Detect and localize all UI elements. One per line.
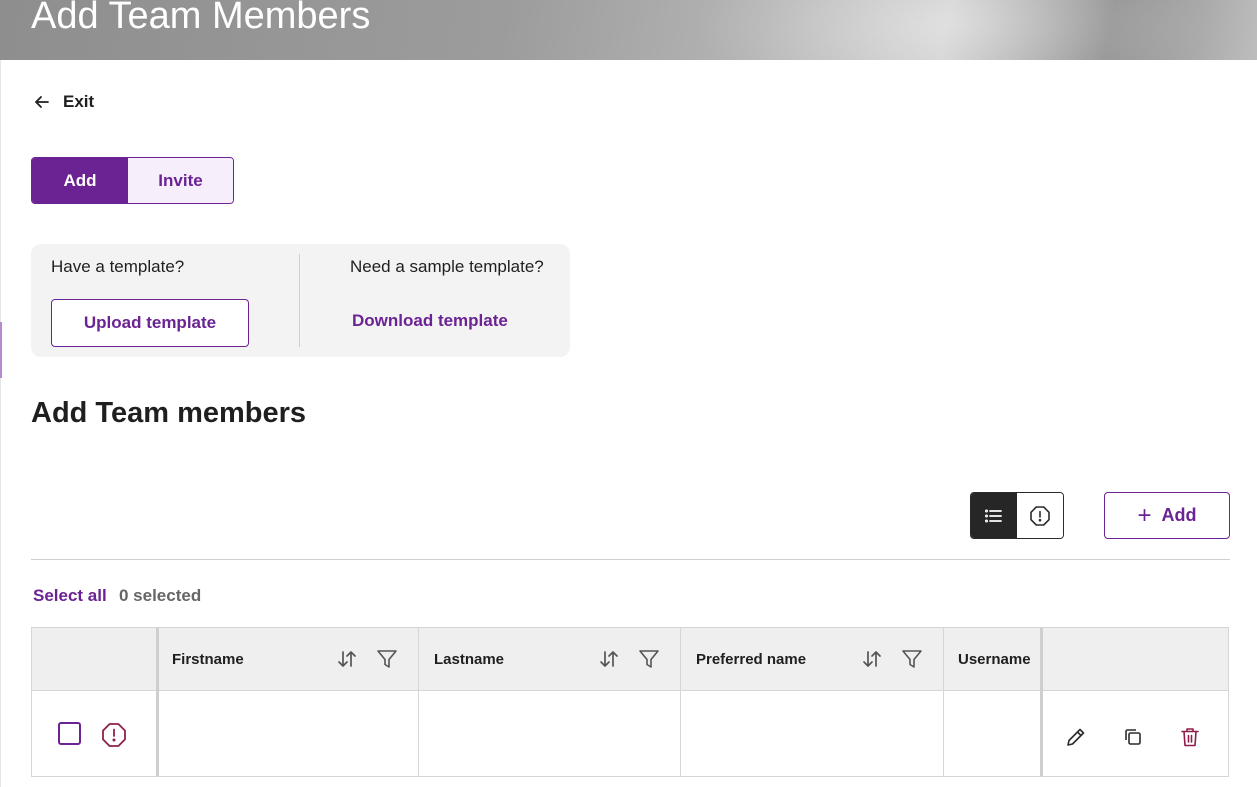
filter-icon[interactable] <box>637 648 661 670</box>
page-title: Add Team Members <box>31 0 371 37</box>
firstname-header-actions <box>335 648 399 670</box>
download-template-link[interactable]: Download template <box>352 311 508 331</box>
section-title: Add Team members <box>31 397 307 429</box>
column-header-lastname: Lastname <box>434 628 504 691</box>
select-all-link[interactable]: Select all <box>33 586 107 606</box>
template-panel: Have a template? Upload template Need a … <box>31 244 570 357</box>
page-banner: Add Team Members <box>0 0 1257 60</box>
lastname-header-actions <box>597 648 661 670</box>
plus-icon: + <box>1137 501 1152 529</box>
add-member-label: Add <box>1161 505 1197 525</box>
alert-octagon-icon <box>102 723 126 747</box>
column-header-label: Username <box>958 651 1031 668</box>
column-header-label: Lastname <box>434 651 505 668</box>
list-icon <box>985 509 1002 522</box>
trash-icon <box>1181 728 1199 747</box>
sort-icon[interactable] <box>597 648 621 670</box>
template-divider <box>299 254 300 347</box>
sample-template-text: Need a sample template? <box>350 257 544 276</box>
duplicate-row-button[interactable] <box>1121 725 1145 749</box>
alert-octagon-icon <box>1030 505 1050 526</box>
add-member-button[interactable]: + Add <box>1104 492 1230 539</box>
exit-label: Exit <box>63 92 95 111</box>
column-divider <box>680 628 681 776</box>
column-header-preferred-name: Preferred name <box>696 628 806 691</box>
exit-link[interactable]: Exit <box>33 92 94 112</box>
mode-invite-button[interactable]: Invite <box>128 158 233 203</box>
mode-toggle: Add Invite <box>31 157 234 204</box>
delete-row-button[interactable] <box>1178 725 1202 749</box>
filter-icon[interactable] <box>900 648 924 670</box>
column-divider <box>418 628 419 776</box>
have-template-text: Have a template? <box>51 257 185 276</box>
preferred-name-header-actions <box>860 648 924 670</box>
left-edge-divider <box>0 60 1 787</box>
edit-icon <box>1067 728 1085 746</box>
arrow-left-icon <box>35 96 49 108</box>
upload-template-button[interactable]: Upload template <box>51 299 249 347</box>
edit-row-button[interactable] <box>1064 725 1088 749</box>
column-header-label: Firstname <box>172 651 244 668</box>
toolbar-divider <box>31 559 1230 560</box>
column-divider <box>943 628 944 776</box>
view-toggle <box>970 492 1064 539</box>
mode-add-button[interactable]: Add <box>32 158 128 203</box>
column-divider <box>1040 628 1043 776</box>
row-error-indicator[interactable] <box>100 721 128 749</box>
selected-count: 0 selected <box>119 586 202 605</box>
filter-icon[interactable] <box>375 648 399 670</box>
error-view-button[interactable] <box>1017 493 1063 538</box>
members-table: Firstname Lastname Preferred name Userna… <box>31 627 1229 777</box>
row-checkbox[interactable] <box>58 722 81 745</box>
banner-decoration <box>690 0 1210 60</box>
column-divider <box>156 628 159 776</box>
sort-icon[interactable] <box>860 648 884 670</box>
sort-icon[interactable] <box>335 648 359 670</box>
column-header-firstname: Firstname <box>172 628 244 691</box>
column-header-label: Preferred name <box>696 651 807 668</box>
list-view-button[interactable] <box>971 493 1017 538</box>
left-edge-marker <box>0 322 2 378</box>
copy-icon <box>1125 729 1141 745</box>
column-header-username: Username <box>958 628 1031 691</box>
